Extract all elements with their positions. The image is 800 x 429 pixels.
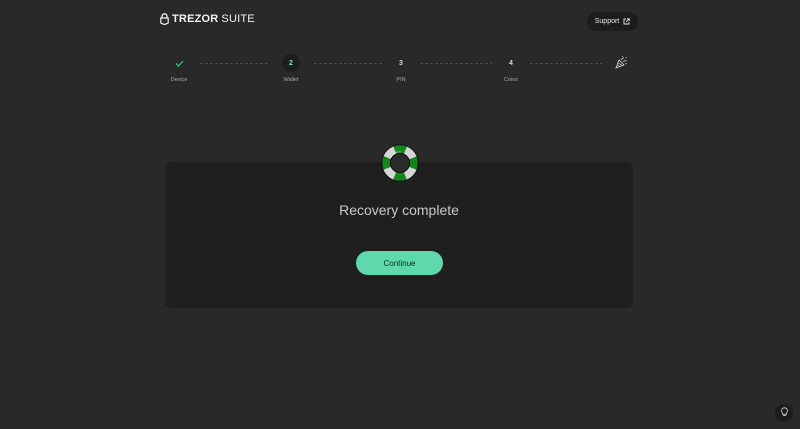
external-link-icon <box>623 18 630 25</box>
guide-button[interactable] <box>775 404 793 422</box>
recovery-card <box>165 162 633 308</box>
party-popper-icon <box>614 55 628 75</box>
step-label: Device <box>170 77 188 83</box>
trezor-lock-icon <box>160 13 169 25</box>
page-title: Recovery complete <box>339 202 459 218</box>
step-label: PIN <box>396 77 406 83</box>
support-button[interactable]: Support <box>587 12 638 31</box>
step-number: 2 <box>282 54 300 72</box>
step-wallet: 2 Wallet <box>261 54 321 83</box>
onboarding-page: TREZOR SUITE Support Device 2 Wallet 3 PI… <box>0 0 800 429</box>
lightbulb-icon <box>780 404 789 422</box>
step-number: 3 <box>399 59 403 67</box>
brand-name: TREZOR <box>172 13 219 25</box>
step-label: Wallet <box>283 77 299 83</box>
step-connector <box>200 63 268 64</box>
check-icon <box>170 54 188 72</box>
step-pin: 3 PIN <box>371 54 431 84</box>
step-coins: 4 Coins <box>481 54 541 84</box>
trezor-suite-logo: TREZOR SUITE <box>160 12 255 26</box>
step-label: Coins <box>503 77 519 83</box>
continue-button[interactable]: Continue <box>356 251 443 275</box>
step-number: 4 <box>509 59 513 67</box>
support-label: Support <box>594 18 620 25</box>
lifebuoy-icon <box>381 144 419 182</box>
brand-suite: SUITE <box>221 13 255 25</box>
step-device: Device <box>149 54 209 83</box>
